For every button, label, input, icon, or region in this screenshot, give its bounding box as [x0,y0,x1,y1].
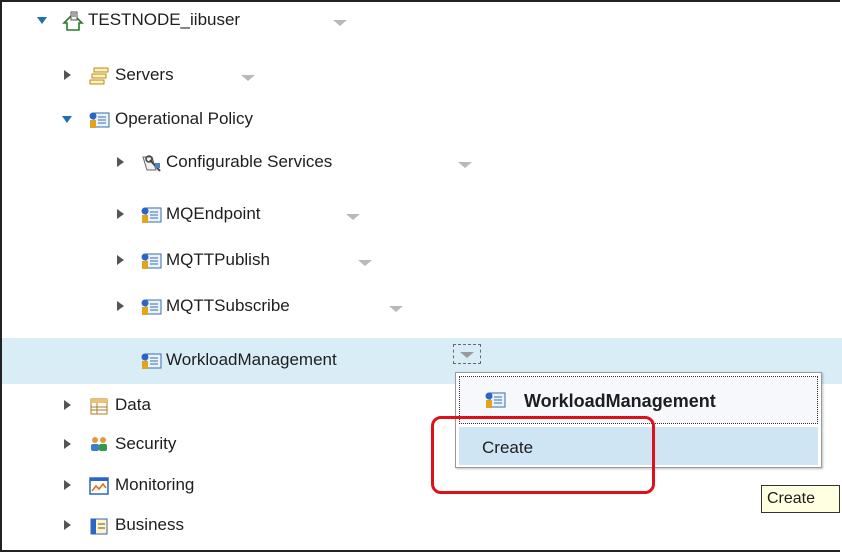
collapsed-twisty-icon[interactable] [115,209,125,219]
chevron-down-icon[interactable] [388,303,404,313]
chevron-down-icon[interactable] [345,211,361,221]
tree-node-label: MQTTPublish [166,250,270,269]
tree-node-label: Data [115,395,151,414]
context-menu-title: WorkloadManagement [524,391,716,411]
policy-icon [140,250,162,272]
tree-node-label: Monitoring [115,475,195,494]
tree-node-label: Servers [115,65,174,84]
tree-node-label: MQTTSubscribe [166,296,290,315]
data-table-icon [88,395,110,417]
policy-icon [140,296,162,318]
security-users-icon [88,434,110,456]
policy-icon [140,350,162,372]
tree-node-label: Business [115,515,184,534]
chevron-down-icon[interactable] [357,257,373,267]
chevron-down-icon[interactable] [332,17,348,27]
chevron-down-icon[interactable] [453,344,481,364]
policy-icon [484,389,506,416]
integration-node-icon [62,10,84,32]
collapsed-twisty-icon[interactable] [62,439,72,449]
chevron-down-icon[interactable] [240,72,256,82]
tree-node-label: Configurable Services [166,152,333,171]
configurable-services-icon [140,152,162,174]
collapsed-twisty-icon[interactable] [115,301,125,311]
policy-icon [140,204,162,226]
collapsed-twisty-icon[interactable] [62,480,72,490]
tooltip: Create [761,485,840,513]
tree-node-label: MQEndpoint [166,204,261,223]
tree-node-mqendpoint[interactable]: MQEndpoint [2,196,842,232]
tree-node-monitoring[interactable]: Monitoring [2,467,842,503]
monitoring-chart-icon [88,475,110,497]
business-icon [88,515,110,537]
tree-node-servers[interactable]: Servers [2,57,842,93]
expanded-twisty-icon[interactable] [37,15,47,25]
collapsed-twisty-icon[interactable] [115,255,125,265]
servers-icon [88,65,110,87]
collapsed-twisty-icon[interactable] [62,520,72,530]
tree-node-mqttpublish[interactable]: MQTTPublish [2,242,842,278]
policy-icon [88,109,110,131]
tree-node-mqttsubscribe[interactable]: MQTTSubscribe [2,288,842,324]
tree-node-label: TESTNODE_iibuser [88,10,241,29]
collapsed-twisty-icon[interactable] [62,400,72,410]
tree-node-label: Security [115,434,177,453]
tree-node-operational-policy[interactable]: Operational Policy [2,101,842,137]
tree-node-label: Operational Policy [115,109,253,128]
chevron-down-icon[interactable] [457,159,473,169]
tree-node-testnode[interactable]: TESTNODE_iibuser [2,2,842,38]
tree-node-label: WorkloadManagement [166,350,337,369]
annotation-highlight [431,416,655,494]
expanded-twisty-icon[interactable] [62,114,72,124]
tree-node-business[interactable]: Business [2,507,842,543]
collapsed-twisty-icon[interactable] [62,70,72,80]
collapsed-twisty-icon[interactable] [115,157,125,167]
tree-node-configurable-services[interactable]: Configurable Services [2,144,842,180]
